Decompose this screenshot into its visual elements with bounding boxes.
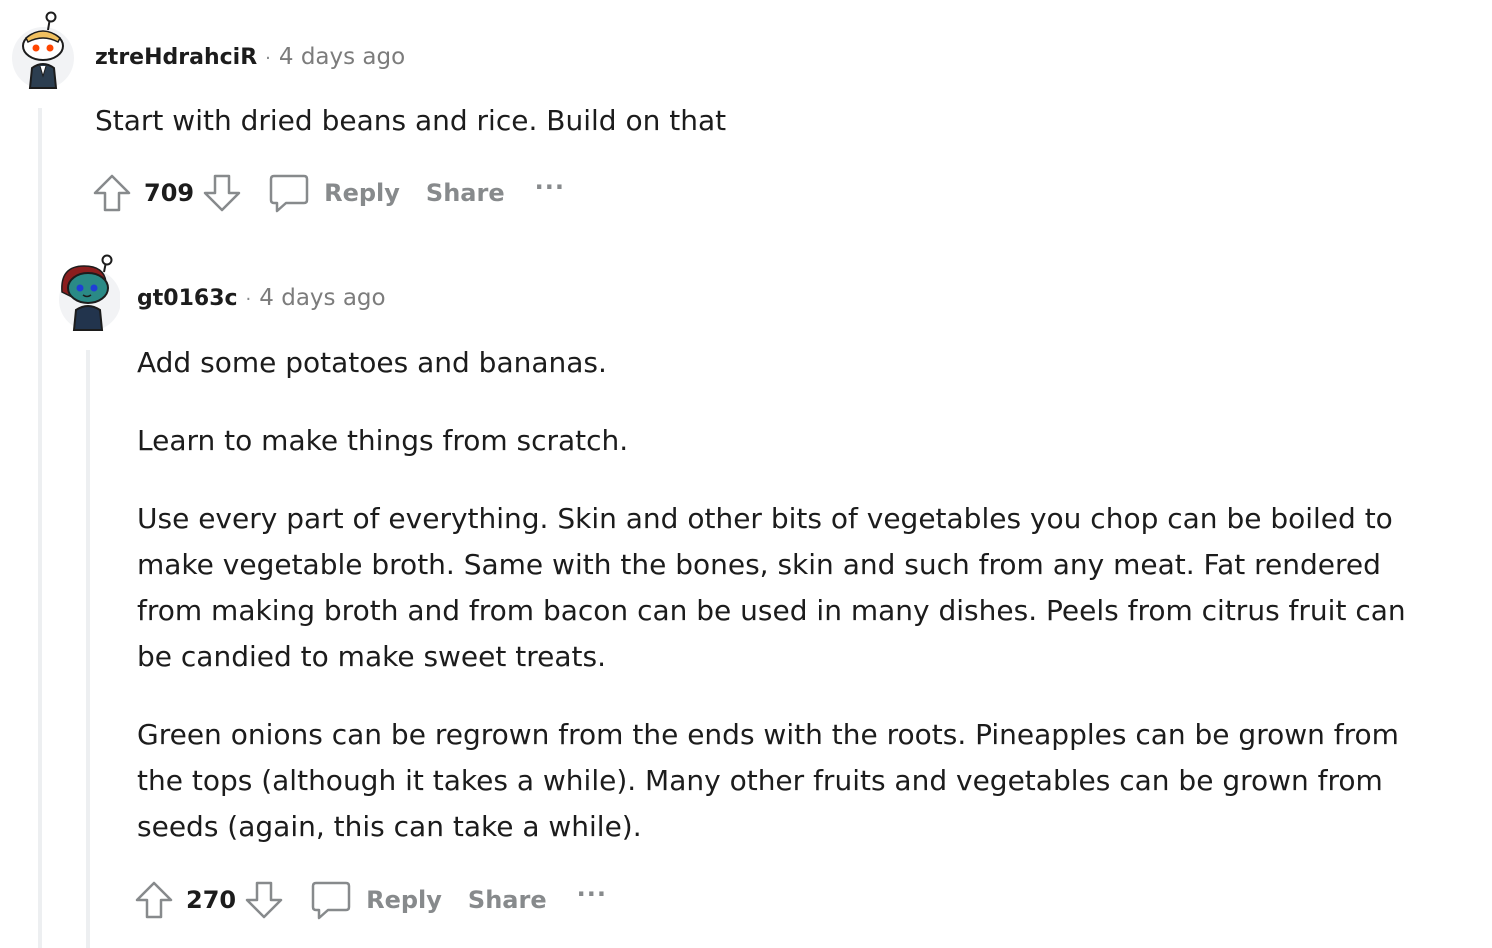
timestamp[interactable]: 4 days ago: [279, 44, 405, 70]
comment-paragraph: Add some potatoes and bananas.: [137, 346, 607, 379]
downvote-icon: [203, 174, 241, 212]
avatar[interactable]: [10, 10, 76, 90]
comment-paragraph: Learn to make things from scratch.: [137, 424, 629, 457]
upvote-icon: [93, 174, 131, 212]
comment-paragraph: Green onions can be regrown from the end…: [137, 718, 1399, 843]
avatar[interactable]: [54, 252, 121, 332]
comment-paragraph: Start with dried beans and rice. Build o…: [95, 104, 727, 137]
downvote-button[interactable]: [200, 171, 244, 215]
reply-label: Reply: [324, 179, 400, 207]
comment-bubble-icon: [311, 881, 351, 920]
comment-actions: 709 Reply Share ···: [90, 171, 565, 215]
comment-paragraph: Use every part of everything. Skin and o…: [137, 502, 1406, 673]
comment-body: Start with dried beans and rice. Build o…: [95, 98, 1435, 144]
downvote-icon: [245, 881, 283, 919]
reply-label: Reply: [366, 886, 442, 914]
upvote-button[interactable]: [132, 878, 176, 922]
author-link[interactable]: gt0163c: [137, 286, 238, 311]
reply-button[interactable]: Reply: [310, 879, 442, 921]
thread-line-nested[interactable]: [86, 350, 90, 948]
meta-separator: ·: [245, 289, 252, 310]
vote-score: 709: [144, 179, 195, 207]
meta-separator: ·: [265, 48, 271, 69]
author-link[interactable]: ztreHdrahciR: [95, 45, 257, 70]
comment-actions: 270 Reply Share ···: [132, 878, 607, 922]
thread-line[interactable]: [38, 108, 42, 948]
vote-score: 270: [186, 886, 237, 914]
comment-meta: ztreHdrahciR · 4 days ago: [95, 44, 405, 70]
share-button[interactable]: Share: [468, 886, 547, 914]
share-button[interactable]: Share: [426, 179, 505, 207]
timestamp[interactable]: 4 days ago: [259, 285, 385, 311]
downvote-button[interactable]: [242, 878, 286, 922]
comment-bubble-icon: [269, 174, 309, 213]
more-options-button[interactable]: ···: [577, 880, 607, 908]
comment-meta: gt0163c · 4 days ago: [137, 285, 386, 311]
upvote-icon: [135, 881, 173, 919]
upvote-button[interactable]: [90, 171, 134, 215]
reply-button[interactable]: Reply: [268, 172, 400, 214]
more-options-button[interactable]: ···: [535, 173, 565, 201]
comment-body: Add some potatoes and bananas. Learn to …: [137, 340, 1447, 850]
